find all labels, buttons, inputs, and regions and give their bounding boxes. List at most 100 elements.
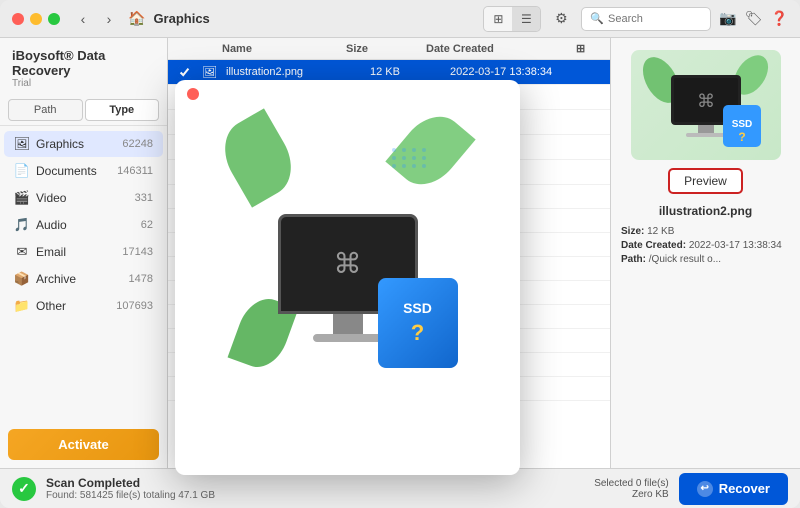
sidebar-label-graphics: Graphics [36,137,122,151]
size-label: Size: [621,226,644,237]
scan-subtitle: Found: 581425 file(s) totaling 47.1 GB [46,490,584,501]
help-icon[interactable]: ❓ [771,10,788,27]
sidebar-item-graphics[interactable]: 🖼 Graphics 62248 [4,131,163,157]
search-bar: 🔍 [581,7,711,31]
file-size-row: Size: 12 KB [621,226,790,237]
svg-text:SSD: SSD [731,119,752,130]
imac-stand [333,314,363,334]
tab-type[interactable]: Type [85,99,160,121]
date-value: 2022-03-17 13:38:34 [689,240,782,251]
selected-info: Selected 0 file(s) Zero KB [594,478,668,500]
view-toggle: ⊞ ☰ [483,6,541,32]
right-panel: ⌘ SSD ? Preview illustration2.png Size: … [610,38,800,468]
tab-row: Path Type [0,95,167,126]
file-info-name: illustration2.png [659,204,752,218]
window-title: Graphics [153,11,209,26]
sort-icon[interactable]: ⊞ [576,43,585,55]
preview-overlay: ⌘ SSD ? [175,80,520,475]
sidebar-label-documents: Documents [36,164,117,178]
sidebar-item-archive[interactable]: 📦 Archive 1478 [4,266,163,292]
recover-label: Recover [719,481,770,496]
sidebar-item-video[interactable]: 🎬 Video 331 [4,185,163,211]
file-path-row: Path: /Quick result o... [621,254,790,265]
sidebar-count-other: 107693 [116,300,153,312]
tag-icon[interactable]: 🏷 [745,10,763,27]
other-icon: 📁 [14,298,30,314]
scan-complete-icon: ✓ [12,477,36,501]
sidebar-item-other[interactable]: 📁 Other 107693 [4,293,163,319]
file-size-0: 12 KB [370,66,450,78]
sidebar-list: 🖼 Graphics 62248 📄 Documents 146311 🎬 Vi… [0,126,167,421]
file-list-header: Name Size Date Created ⊞ [168,38,610,60]
ssd-label: SSD [403,300,432,316]
path-value: /Quick result o... [649,254,721,265]
header-actions: ⊞ [576,42,600,55]
titlebar: ‹ › 🏠 Graphics ⊞ ☰ ⚙ 🔍 📷 🏷 ❓ [0,0,800,38]
imac-base [313,334,383,342]
right-panel-thumbnail: ⌘ SSD ? [631,50,781,160]
graphics-icon: 🖼 [14,136,30,152]
sidebar-header: iBoysoft® Data Recovery Trial [0,38,167,95]
file-type-icon: 🖼 [202,65,222,79]
header-name: Name [222,43,346,55]
sidebar: iBoysoft® Data Recovery Trial Path Type … [0,38,168,468]
video-icon: 🎬 [14,190,30,206]
sidebar-count-email: 17143 [122,246,153,258]
grid-view-button[interactable]: ⊞ [484,7,512,31]
minimize-button[interactable] [30,13,42,25]
back-button[interactable]: ‹ [72,8,94,30]
documents-icon: 📄 [14,163,30,179]
thumbnail-illustration: ⌘ SSD ? [641,55,771,155]
sidebar-count-graphics: 62248 [122,138,153,150]
maximize-button[interactable] [48,13,60,25]
scan-text: Scan Completed Found: 581425 file(s) tot… [46,476,584,501]
sidebar-item-documents[interactable]: 📄 Documents 146311 [4,158,163,184]
camera-icon[interactable]: 📷 [719,10,736,27]
row-checkbox-0[interactable] [178,66,191,79]
sidebar-count-documents: 146311 [117,165,153,177]
preview-button[interactable]: Preview [668,168,743,194]
svg-text:?: ? [738,130,745,144]
close-button[interactable] [12,13,24,25]
list-view-button[interactable]: ☰ [512,7,540,31]
apple-logo-icon: ⌘ [334,247,362,280]
sidebar-label-audio: Audio [36,218,141,232]
app-name: iBoysoft® Data Recovery [12,48,155,78]
toolbar-right: ⊞ ☰ ⚙ 🔍 📷 🏷 ❓ [483,6,788,32]
ssd-question-icon: ? [411,320,424,346]
archive-icon: 📦 [14,271,30,287]
svg-text:⌘: ⌘ [697,91,715,111]
activate-button[interactable]: Activate [8,429,159,460]
sidebar-label-archive: Archive [36,272,129,286]
leaf-top-left [212,108,304,207]
home-icon[interactable]: 🏠 [128,10,145,27]
app-trial: Trial [12,78,155,89]
sidebar-count-archive: 1478 [129,273,153,285]
file-date-0: 2022-03-17 13:38:34 [450,66,600,78]
audio-icon: 🎵 [14,217,30,233]
overlay-close-button[interactable] [187,88,199,100]
email-icon: ✉ [14,244,30,260]
forward-button[interactable]: › [98,8,120,30]
filter-button[interactable]: ⚙ [549,7,573,31]
sidebar-count-audio: 62 [141,219,153,231]
recover-icon: ↩ [697,481,713,497]
path-label: Path: [621,254,646,265]
search-input[interactable] [608,13,702,25]
file-name-0: illustration2.png [226,66,370,78]
sidebar-label-email: Email [36,245,122,259]
scan-title: Scan Completed [46,476,584,490]
selected-size: Zero KB [594,489,668,500]
sidebar-item-audio[interactable]: 🎵 Audio 62 [4,212,163,238]
sidebar-item-email[interactable]: ✉ Email 17143 [4,239,163,265]
ssd-box: SSD ? [378,278,458,368]
size-value: 12 KB [647,226,674,237]
recover-button[interactable]: ↩ Recover [679,473,788,505]
tab-path[interactable]: Path [8,99,83,121]
file-checkbox[interactable] [178,66,202,79]
selected-files: Selected 0 file(s) [594,478,668,489]
imac-illustration: ⌘ SSD ? [208,108,488,448]
date-label: Date Created: [621,240,686,251]
header-size: Size [346,43,426,55]
nav-arrows: ‹ › [72,8,120,30]
